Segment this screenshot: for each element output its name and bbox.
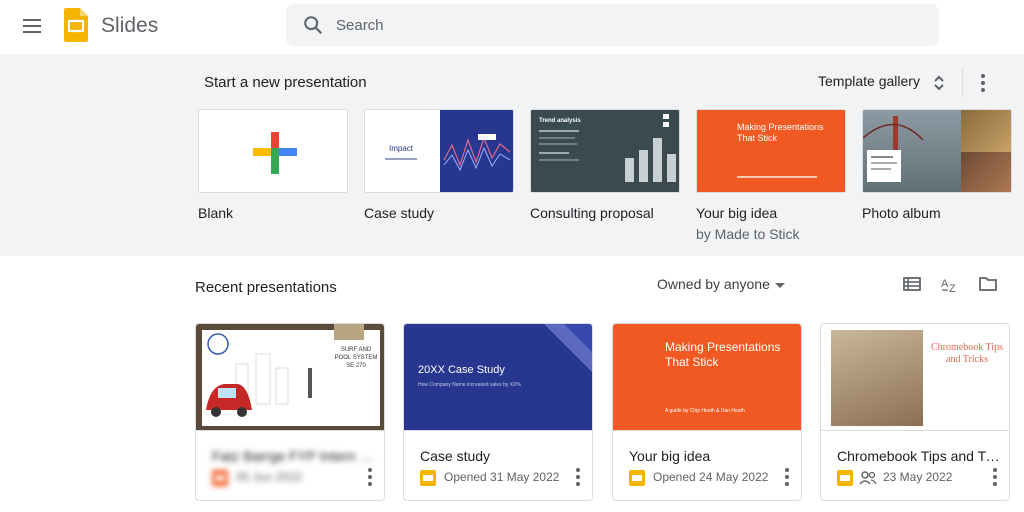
thumb-subtitle: A guide by Chip Heath & Dan Heath <box>665 408 745 414</box>
thumb-title: Making Presentations That Stick <box>665 340 781 369</box>
list-view-icon[interactable] <box>902 274 922 294</box>
card-thumbnail[interactable]: 20XX Case Study How Company Name increas… <box>404 324 592 431</box>
more-options-icon[interactable] <box>572 468 584 486</box>
template-name: Case study <box>364 205 435 221</box>
template-thumbnail[interactable] <box>862 109 1012 193</box>
card-title: Fatz Barrge FYP Intern 3 ... <box>212 448 376 464</box>
more-options-icon[interactable] <box>781 468 793 486</box>
child-photo <box>831 330 923 426</box>
search-input[interactable] <box>336 4 916 46</box>
plus-icon <box>253 132 297 174</box>
template-name: Your big idea <box>696 205 778 221</box>
card-date: 23 May 2022 <box>883 470 953 484</box>
card-title: Case study <box>420 448 491 464</box>
thumb-title: Impact <box>389 144 414 153</box>
template-gallery-button[interactable]: Template gallery <box>818 73 920 89</box>
main-menu-icon[interactable] <box>20 14 44 38</box>
card-date: Opened 24 May 2022 <box>653 470 769 484</box>
slides-file-icon <box>837 470 853 486</box>
card-meta: 05 Jun 2022 <box>212 469 382 487</box>
more-options-icon[interactable] <box>364 468 376 486</box>
template-your-big-idea[interactable]: Making Presentations That Stick Your big… <box>696 109 846 242</box>
template-thumbnail[interactable]: Trend analysis <box>530 109 680 193</box>
card-meta: Opened 31 May 2022 <box>420 469 590 487</box>
template-consulting-proposal[interactable]: Trend analysis Consulting proposal <box>530 109 680 221</box>
recent-card[interactable]: Making Presentations That Stick A guide … <box>612 323 802 501</box>
shared-people-icon <box>859 471 877 485</box>
recent-card[interactable]: 20XX Case Study How Company Name increas… <box>403 323 593 501</box>
card-thumbnail[interactable]: Making Presentations That Stick A guide … <box>613 324 801 431</box>
card-thumbnail[interactable]: Chromebook Tips and Tricks <box>821 324 1009 431</box>
thumb-title: SURF AND POOL SYSTEM SE 270 <box>334 347 378 369</box>
thumb-subtitle: How Company Name increased sales by XX% <box>418 382 521 388</box>
search-bar[interactable] <box>286 4 939 46</box>
slides-file-icon <box>420 470 436 486</box>
template-thumbnail[interactable] <box>198 109 348 193</box>
svg-text:A: A <box>941 278 949 290</box>
template-thumbnail[interactable]: Impact <box>364 109 514 193</box>
svg-text:Z: Z <box>949 283 956 294</box>
template-photo-album[interactable]: Photo album <box>862 109 1012 221</box>
top-bar: Slides <box>0 0 1024 54</box>
card-date: 05 Jun 2022 <box>236 470 303 484</box>
divider <box>962 68 963 98</box>
slides-file-icon <box>629 470 645 486</box>
section-title: Start a new presentation <box>204 74 367 91</box>
template-thumbnail[interactable]: Making Presentations That Stick <box>696 109 846 193</box>
template-author: by Made to Stick <box>696 226 800 242</box>
dropdown-arrow-icon[interactable] <box>775 283 785 288</box>
slides-logo-icon[interactable] <box>64 8 88 42</box>
template-name: Photo album <box>862 205 941 221</box>
thumb-title: 20XX Case Study <box>418 364 505 376</box>
corner-graphic <box>544 324 592 372</box>
owner-filter-dropdown[interactable]: Owned by anyone <box>657 276 770 292</box>
bar-chart-graphic <box>625 114 676 182</box>
template-name: Consulting proposal <box>530 205 654 221</box>
recent-card[interactable]: SURF AND POOL SYSTEM SE 270 Fatz Barrge … <box>195 323 385 501</box>
more-options-icon[interactable] <box>989 468 1001 486</box>
chart-graphic <box>440 110 513 192</box>
thumb-title: Making Presentations That Stick <box>737 122 824 143</box>
slides-file-icon <box>212 470 228 486</box>
card-thumbnail[interactable]: SURF AND POOL SYSTEM SE 270 <box>196 324 384 431</box>
thumb-title: Chromebook Tips and Tricks <box>931 342 1003 365</box>
card-title: Chromebook Tips and Tricks <box>837 448 1001 464</box>
search-icon[interactable] <box>302 14 324 36</box>
template-case-study[interactable]: Impact Case study <box>364 109 514 221</box>
card-meta: 23 May 2022 <box>837 469 1007 487</box>
sort-az-icon[interactable]: A Z <box>940 274 960 294</box>
recent-presentations-title: Recent presentations <box>195 279 337 296</box>
template-blank[interactable]: Blank <box>198 109 348 221</box>
template-name: Blank <box>198 205 234 221</box>
card-date: Opened 31 May 2022 <box>444 470 560 484</box>
unfold-more-icon[interactable] <box>932 74 946 92</box>
recent-card[interactable]: Chromebook Tips and Tricks Chromebook Ti… <box>820 323 1010 501</box>
new-presentation-section: Start a new presentation Template galler… <box>0 54 1024 256</box>
more-options-icon[interactable] <box>977 74 989 92</box>
bridge-photo <box>863 116 924 182</box>
app-title[interactable]: Slides <box>101 14 158 38</box>
card-meta: Opened 24 May 2022 <box>629 469 799 487</box>
card-title: Your big idea <box>629 448 711 464</box>
folder-icon[interactable] <box>978 274 998 294</box>
